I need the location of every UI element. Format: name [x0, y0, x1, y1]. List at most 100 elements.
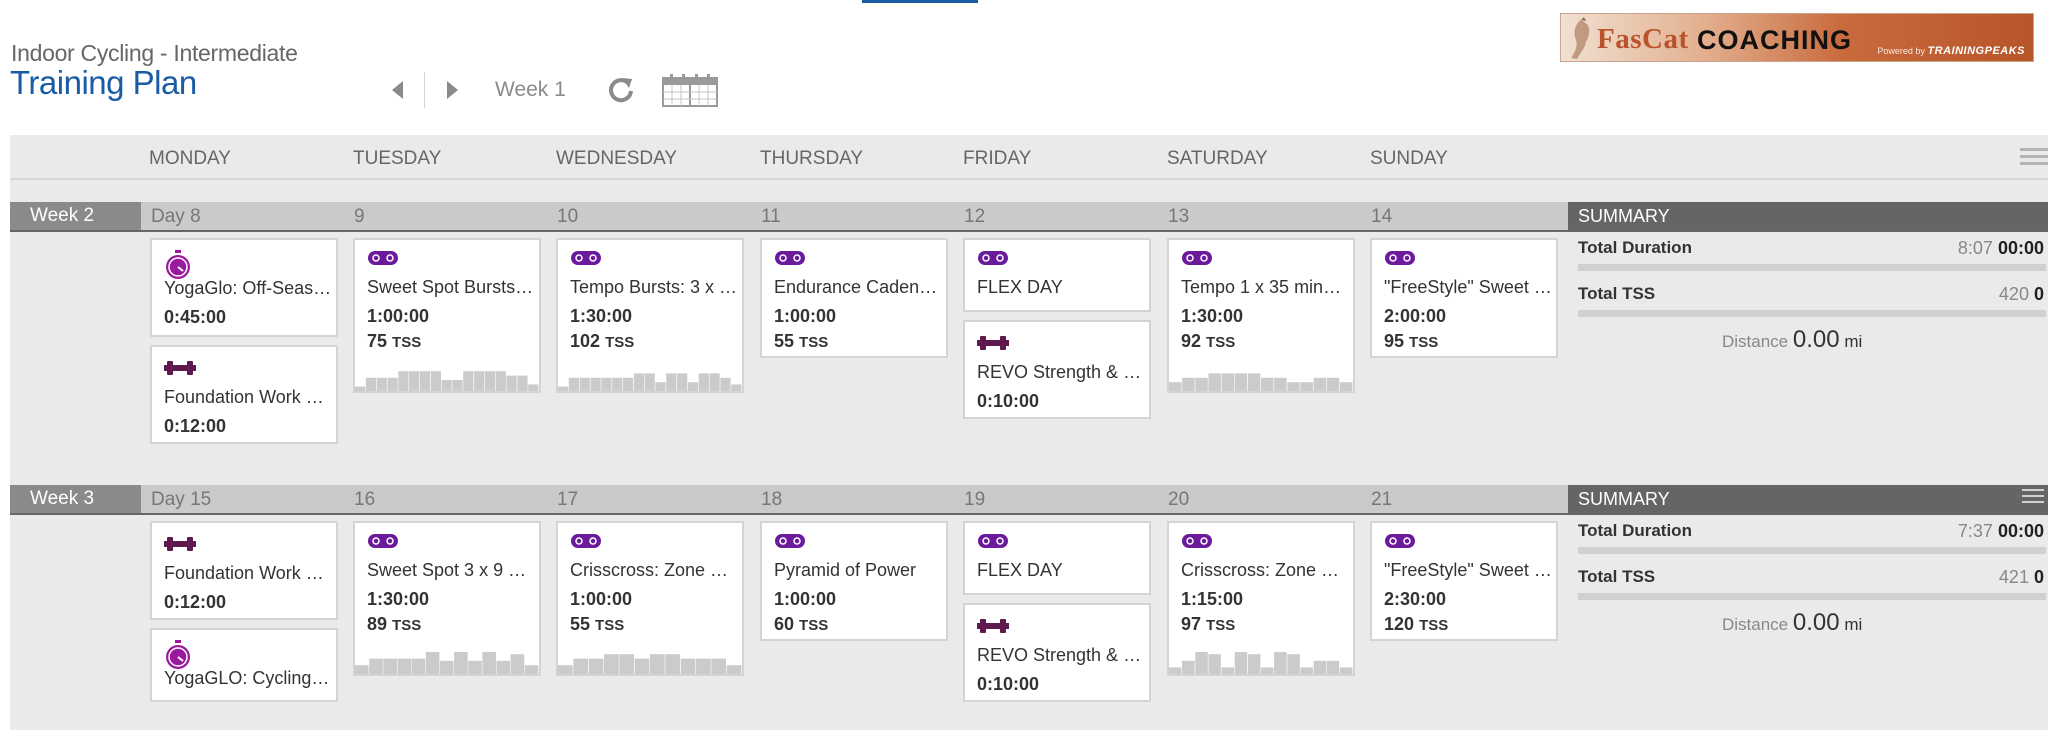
total-duration-row: Total Duration 8:07 00:00 [1578, 238, 2046, 271]
intensity-bar [579, 377, 590, 391]
workout-duration: 1:00:00 [774, 589, 837, 609]
intensity-bar [666, 373, 677, 391]
workout-title: YogaGlo: Off-Seas… [164, 278, 332, 298]
workout-title: "FreeStyle" Sweet … [1384, 277, 1552, 297]
summary-title: SUMMARY [1578, 206, 1670, 226]
dumbbell-icon [977, 336, 1009, 350]
calendar-menu-button[interactable] [2020, 148, 2048, 168]
workout-card[interactable]: "FreeStyle" Sweet … 2:00:00 95 TSS [1370, 238, 1558, 358]
bike-chain-icon [368, 534, 398, 548]
bike-chain-icon [775, 251, 805, 265]
workout-title: REVO Strength & … [977, 645, 1142, 665]
intensity-bar [622, 377, 634, 391]
intensity-bar [524, 665, 539, 674]
intensity-bar [517, 375, 528, 391]
workout-card[interactable]: REVO Strength & … 0:10:00 [963, 320, 1151, 419]
stopwatch-icon [166, 250, 190, 279]
duration-planned: 8:07 [1957, 238, 1993, 258]
tss-unit: TSS [1409, 334, 1439, 351]
week-bar: Week 3 Day 15 16 17 18 19 20 21 SUMMARY [10, 485, 2048, 515]
weekday-saturday: SATURDAY [1167, 148, 1268, 169]
dumbbell-icon [977, 619, 1009, 633]
week-row: Week 3 Day 15 16 17 18 19 20 21 SUMMARY Foundatio… [10, 485, 2048, 745]
intensity-bar [612, 377, 623, 391]
intensity-bar [484, 371, 496, 391]
summary-header: SUMMARY [1568, 202, 2048, 230]
workout-tss: 60 TSS [774, 614, 828, 635]
intensity-bar [397, 658, 412, 674]
workout-card[interactable]: YogaGLO: Cycling … [150, 628, 338, 702]
day-number: 18 [761, 489, 783, 510]
intensity-bar [568, 377, 579, 391]
workout-card[interactable]: FLEX DAY [963, 238, 1151, 312]
workout-title: Foundation Work a… [164, 563, 332, 583]
total-tss-label: Total TSS [1578, 567, 1656, 586]
plan-subtitle: Indoor Cycling - Intermediate [11, 40, 298, 66]
previous-week-button[interactable] [380, 73, 414, 107]
duration-progress-bar [1578, 547, 2046, 554]
workout-card[interactable]: Endurance Caden… 1:00:00 55 TSS [760, 238, 948, 358]
tss-value: 60 [774, 614, 795, 634]
workout-card[interactable]: YogaGlo: Off-Seas… 0:45:00 [150, 238, 338, 337]
duration-completed: 00:00 [1997, 521, 2044, 541]
workout-intensity-graph [558, 654, 742, 674]
workout-card[interactable]: Pyramid of Power 1:00:00 60 TSS [760, 521, 948, 641]
week-bar: Week 2 Day 8 9 10 11 12 13 14 SUMMARY [10, 202, 2048, 232]
next-week-button[interactable] [435, 73, 469, 107]
distance-readout: Distance 0.00 mi [1722, 326, 1862, 354]
workout-card[interactable]: Tempo 1 x 35 minu… 1:30:00 92 TSS [1167, 238, 1355, 393]
workout-card[interactable]: Tempo Bursts: 3 x … 1:30:00 102 TSS [556, 238, 744, 393]
weekday-tuesday: TUESDAY [353, 148, 442, 169]
workout-card[interactable]: Crisscross: Zone 3… 1:00:00 55 TSS [556, 521, 744, 676]
workout-type-icon [774, 533, 806, 554]
refresh-icon[interactable] [606, 75, 636, 105]
workout-title: Pyramid of Power [774, 560, 917, 580]
workout-duration: 1:00:00 [367, 306, 430, 326]
intensity-bar [1313, 377, 1327, 391]
tss-planned: 421 [1998, 567, 2029, 587]
total-tss-value: 420 0 [1999, 284, 2044, 305]
workout-type-icon [164, 533, 196, 560]
intensity-bar [573, 658, 588, 674]
tss-value: 55 [774, 331, 795, 351]
total-tss-row: Total TSS 420 0 [1578, 284, 2046, 317]
workout-card[interactable]: Sweet Spot Bursts… 1:00:00 75 TSS [353, 238, 541, 393]
workout-title: Crisscross: Zone 3… [570, 560, 738, 580]
workout-duration: 1:00:00 [570, 589, 633, 609]
intensity-bar [644, 373, 655, 391]
intensity-bar [482, 652, 496, 674]
workout-card[interactable]: Sweet Spot 3 x 9 … 1:30:00 89 TSS [353, 521, 541, 676]
summary-header: SUMMARY [1568, 485, 2048, 513]
intensity-bar [496, 660, 511, 674]
intensity-bar [698, 373, 709, 391]
duration-planned: 7:37 [1957, 521, 1993, 541]
workout-intensity-graph [355, 652, 539, 674]
calendar-icon[interactable] [661, 73, 718, 107]
workout-tss: 95 TSS [1384, 331, 1438, 352]
intensity-bar [355, 386, 366, 391]
intensity-bar [1182, 660, 1195, 674]
workout-card[interactable]: "FreeStyle" Sweet … 2:30:00 120 TSS [1370, 521, 1558, 641]
workout-duration: 0:12:00 [164, 416, 227, 436]
workout-duration: 0:12:00 [164, 592, 227, 612]
workout-card[interactable]: Foundation Work a… 0:12:00 [150, 345, 338, 444]
intensity-bar [468, 660, 482, 674]
workout-card[interactable]: FLEX DAY [963, 521, 1151, 595]
intensity-bar [376, 377, 387, 391]
tss-unit: TSS [595, 617, 625, 634]
workout-tss: 92 TSS [1181, 331, 1235, 352]
tss-progress-bar [1578, 310, 2046, 317]
total-duration-value: 8:07 00:00 [1958, 238, 2044, 259]
workout-card[interactable]: REVO Strength & … 0:10:00 [963, 603, 1151, 702]
workout-card[interactable]: Foundation Work a… 0:12:00 [150, 521, 338, 620]
summary-menu-button[interactable] [2022, 489, 2044, 507]
day-number: 12 [964, 206, 986, 227]
bike-chain-icon [1182, 534, 1212, 548]
workout-type-icon [1384, 533, 1416, 554]
intensity-bar [711, 658, 726, 674]
distance-readout: Distance 0.00 mi [1722, 609, 1862, 637]
intensity-bar [1247, 654, 1261, 674]
workout-card[interactable]: Crisscross: Zone 4… 1:15:00 97 TSS [1167, 521, 1355, 676]
intensity-bar [709, 373, 720, 391]
tss-unit: TSS [392, 617, 422, 634]
